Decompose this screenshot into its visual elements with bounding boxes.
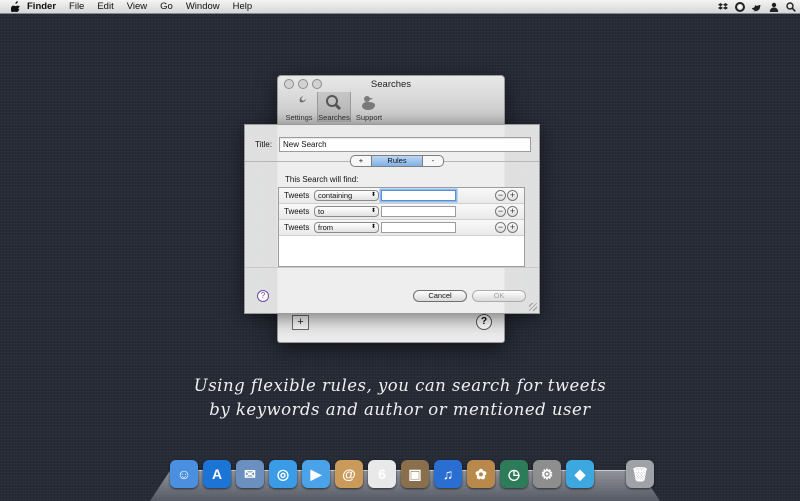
menu-file[interactable]: File <box>69 1 84 12</box>
divider <box>245 267 539 268</box>
toolbar-support[interactable]: Support <box>353 92 385 122</box>
rule-value-input[interactable] <box>381 190 456 201</box>
caption-line-1: Using flexible rules, you can search for… <box>193 376 607 395</box>
ical-icon[interactable]: 6 <box>366 458 398 490</box>
address-book-icon-glyph: @ <box>335 460 363 488</box>
remove-rule-button[interactable]: − <box>495 190 506 201</box>
window-title: Searches <box>370 79 412 90</box>
finder-icon-glyph: ☺ <box>170 460 198 488</box>
bird-icon[interactable] <box>751 1 762 12</box>
find-label: This Search will find: <box>285 175 359 184</box>
rule-row: Tweets from ⬍ − + <box>279 220 524 236</box>
finder-icon[interactable]: ☺ <box>168 458 200 490</box>
iphoto-icon-glyph: ✿ <box>467 460 495 488</box>
apple-menu-icon[interactable] <box>9 1 21 12</box>
spotlight-icon[interactable] <box>785 1 796 12</box>
facetime-icon-glyph: ▶ <box>302 460 330 488</box>
xcode-icon-glyph: ◆ <box>566 460 594 488</box>
itunes-icon-glyph: ♫ <box>434 460 462 488</box>
iphoto-icon[interactable]: ✿ <box>465 458 497 490</box>
toolbar-searches[interactable]: Searches <box>317 92 351 122</box>
cancel-button[interactable]: Cancel <box>413 290 467 302</box>
popup-arrows-icon: ⬍ <box>370 208 376 214</box>
remove-rule-button[interactable]: − <box>495 222 506 233</box>
add-rule-button[interactable]: + <box>507 222 518 233</box>
caption-line-2: by keywords and author or mentioned user <box>209 400 591 419</box>
rules-segmented-control: + Rules - <box>350 155 444 167</box>
menu-window[interactable]: Window <box>186 1 220 12</box>
add-rule-button[interactable]: + <box>507 206 518 217</box>
preview-icon[interactable]: ▣ <box>399 458 431 490</box>
popup-arrows-icon: ⬍ <box>370 192 376 198</box>
toolbar-settings[interactable]: Settings <box>283 92 315 122</box>
time-machine-icon[interactable]: ◷ <box>498 458 530 490</box>
user-icon[interactable] <box>768 1 779 12</box>
segment-rules[interactable]: Rules <box>371 156 423 166</box>
trash-icon[interactable]: 🗑 <box>624 458 656 490</box>
ok-button[interactable]: OK <box>472 290 526 302</box>
safari-icon[interactable]: ◎ <box>267 458 299 490</box>
rule-operator: containing <box>318 191 353 200</box>
rule-operator-select[interactable]: to ⬍ <box>314 206 379 217</box>
trash-icon-glyph: 🗑 <box>626 460 654 488</box>
dock: ☺ A ✉ ◎ ▶ @6 ▣ ♫ ✿ ◷ ⚙ ◆ 🗑 <box>168 458 656 490</box>
app-store-icon-glyph: A <box>203 460 231 488</box>
new-search-sheet: Title: New Search + Rules - This Search … <box>244 124 540 314</box>
menu-help[interactable]: Help <box>233 1 253 12</box>
promo-caption: Using flexible rules, you can search for… <box>0 374 800 422</box>
menu-bar: Finder File Edit View Go Window Help <box>0 0 800 14</box>
sheet-help-button[interactable]: ? <box>257 290 269 302</box>
mail-icon-glyph: ✉ <box>236 460 264 488</box>
rule-row: Tweets containing ⬍ − + <box>279 188 524 204</box>
title-input[interactable]: New Search <box>279 137 531 152</box>
magnifier-icon <box>326 95 342 111</box>
rule-row: Tweets to ⬍ − + <box>279 204 524 220</box>
time-machine-icon-glyph: ◷ <box>500 460 528 488</box>
title-label: Title: <box>255 140 273 149</box>
xcode-icon[interactable]: ◆ <box>564 458 596 490</box>
remove-rule-button[interactable]: − <box>495 206 506 217</box>
rule-value-input[interactable] <box>381 222 456 233</box>
popup-arrows-icon: ⬍ <box>370 224 376 230</box>
menu-go[interactable]: Go <box>160 1 173 12</box>
dock-separator <box>597 458 623 490</box>
toolbar-support-label: Support <box>355 113 383 122</box>
app-store-icon[interactable]: A <box>201 458 233 490</box>
mail-icon[interactable]: ✉ <box>234 458 266 490</box>
safari-icon-glyph: ◎ <box>269 460 297 488</box>
rule-operator: from <box>318 223 333 232</box>
rule-label: Tweets <box>284 223 310 232</box>
rule-operator-select[interactable]: containing ⬍ <box>314 190 379 201</box>
toolbar-settings-label: Settings <box>285 113 313 122</box>
system-preferences-icon[interactable]: ⚙ <box>531 458 563 490</box>
preview-icon-glyph: ▣ <box>401 460 429 488</box>
rules-list: Tweets containing ⬍ − + Tweets to ⬍ − + Tw… <box>278 187 525 267</box>
facetime-icon[interactable]: ▶ <box>300 458 332 490</box>
duck-icon <box>362 96 375 110</box>
rule-value-input[interactable] <box>381 206 456 217</box>
toolbar-searches-label: Searches <box>318 113 350 122</box>
rule-operator-select[interactable]: from ⬍ <box>314 222 379 233</box>
window-help-button[interactable]: ? <box>476 314 492 330</box>
resize-grip-icon[interactable] <box>529 303 537 311</box>
lifebuoy-icon[interactable] <box>734 1 745 12</box>
menu-finder[interactable]: Finder <box>27 1 56 12</box>
rule-operator: to <box>318 207 325 216</box>
rule-label: Tweets <box>284 207 310 216</box>
rule-label: Tweets <box>284 191 310 200</box>
add-search-button[interactable]: + <box>292 315 309 330</box>
menu-view[interactable]: View <box>127 1 147 12</box>
wrench-icon <box>292 96 306 110</box>
menu-edit[interactable]: Edit <box>97 1 113 12</box>
system-preferences-icon-glyph: ⚙ <box>533 460 561 488</box>
segment-add[interactable]: + <box>351 156 371 166</box>
address-book-icon[interactable]: @ <box>333 458 365 490</box>
dropbox-icon[interactable] <box>717 1 728 12</box>
itunes-icon[interactable]: ♫ <box>432 458 464 490</box>
segment-remove[interactable]: - <box>423 156 443 166</box>
ical-icon-glyph: 6 <box>368 460 396 488</box>
add-rule-button[interactable]: + <box>507 190 518 201</box>
